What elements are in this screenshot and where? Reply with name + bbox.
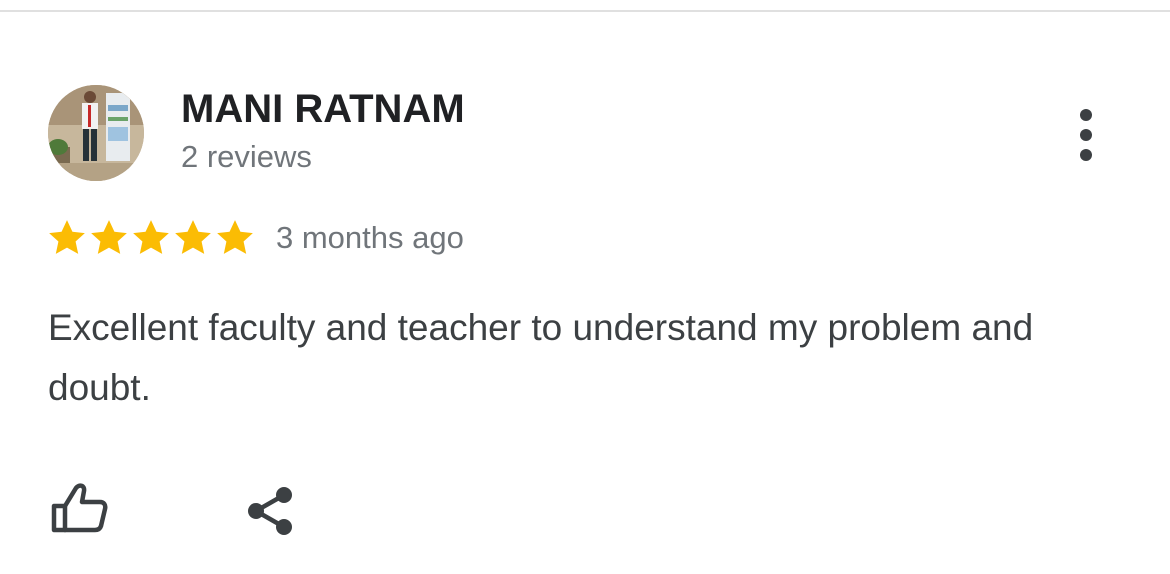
more-options-button[interactable] bbox=[1064, 103, 1108, 167]
more-vert-icon bbox=[1080, 109, 1092, 161]
star-rating bbox=[46, 216, 256, 260]
author-review-count: 2 reviews bbox=[181, 139, 312, 174]
star-icon bbox=[49, 220, 85, 254]
review-time: 3 months ago bbox=[276, 220, 464, 255]
review-text: Excellent faculty and teacher to underst… bbox=[48, 307, 1034, 408]
star-icon bbox=[133, 220, 169, 254]
avatar-image bbox=[48, 85, 144, 181]
avatar[interactable] bbox=[48, 85, 144, 181]
top-divider bbox=[0, 10, 1170, 12]
star-icon bbox=[91, 220, 127, 254]
share-button[interactable] bbox=[236, 476, 308, 548]
thumb-up-icon bbox=[51, 483, 108, 533]
star-icon bbox=[175, 220, 211, 254]
share-icon bbox=[248, 487, 292, 535]
like-button[interactable] bbox=[44, 476, 116, 548]
author-name[interactable]: MANI RATNAM bbox=[181, 86, 465, 132]
star-icon bbox=[217, 220, 253, 254]
